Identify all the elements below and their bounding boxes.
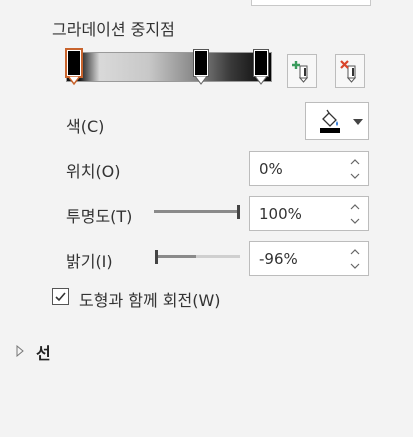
- gradient-stop-1[interactable]: [65, 48, 83, 86]
- position-label: 위치(O): [66, 162, 121, 181]
- paint-bucket-icon: [320, 109, 340, 133]
- remove-gradient-stop-icon: [340, 60, 357, 83]
- transparency-value[interactable]: 100%: [259, 205, 302, 223]
- transparency-slider[interactable]: [154, 205, 242, 219]
- remove-gradient-stop-button[interactable]: [335, 54, 365, 88]
- add-gradient-stop-button[interactable]: [287, 54, 317, 88]
- slider-thumb[interactable]: [237, 205, 240, 219]
- brightness-spinner[interactable]: -96%: [249, 241, 369, 276]
- rotate-with-shape-checkbox[interactable]: [52, 288, 69, 305]
- stop-pointer-icon: [254, 76, 268, 85]
- fill-color-button[interactable]: [305, 102, 369, 140]
- spinner-arrows-icon[interactable]: [348, 245, 362, 273]
- brightness-value[interactable]: -96%: [259, 250, 298, 268]
- gradient-stops-heading: 그라데이션 중지점: [52, 20, 175, 39]
- stop-pointer-icon: [194, 76, 208, 85]
- gradient-stop-2[interactable]: [193, 49, 209, 85]
- color-label: 색(C): [66, 117, 105, 136]
- previous-control-bottom-edge: [251, 0, 371, 6]
- chevron-down-icon: [353, 119, 363, 125]
- position-value[interactable]: 0%: [259, 160, 283, 178]
- checkmark-icon: [55, 292, 66, 302]
- brightness-label: 밝기(I): [66, 252, 113, 271]
- gradient-preview: [66, 52, 272, 82]
- add-gradient-stop-icon: [292, 61, 309, 83]
- gradient-stop-3[interactable]: [253, 49, 269, 85]
- position-spinner[interactable]: 0%: [249, 151, 369, 186]
- slider-thumb[interactable]: [155, 250, 158, 264]
- spinner-arrows-icon[interactable]: [348, 155, 362, 183]
- color-swatch: [320, 128, 340, 133]
- spinner-arrows-icon[interactable]: [348, 200, 362, 228]
- transparency-label: 투명도(T): [66, 207, 133, 226]
- gradient-stops-bar[interactable]: [64, 48, 274, 92]
- rotate-with-shape-label[interactable]: 도형과 함께 회전(W): [79, 287, 221, 311]
- line-section-header[interactable]: 선: [36, 340, 51, 364]
- brightness-slider[interactable]: [154, 250, 242, 264]
- transparency-spinner[interactable]: 100%: [249, 196, 369, 231]
- chevron-right-icon[interactable]: [16, 345, 24, 357]
- stop-pointer-icon: [67, 76, 81, 86]
